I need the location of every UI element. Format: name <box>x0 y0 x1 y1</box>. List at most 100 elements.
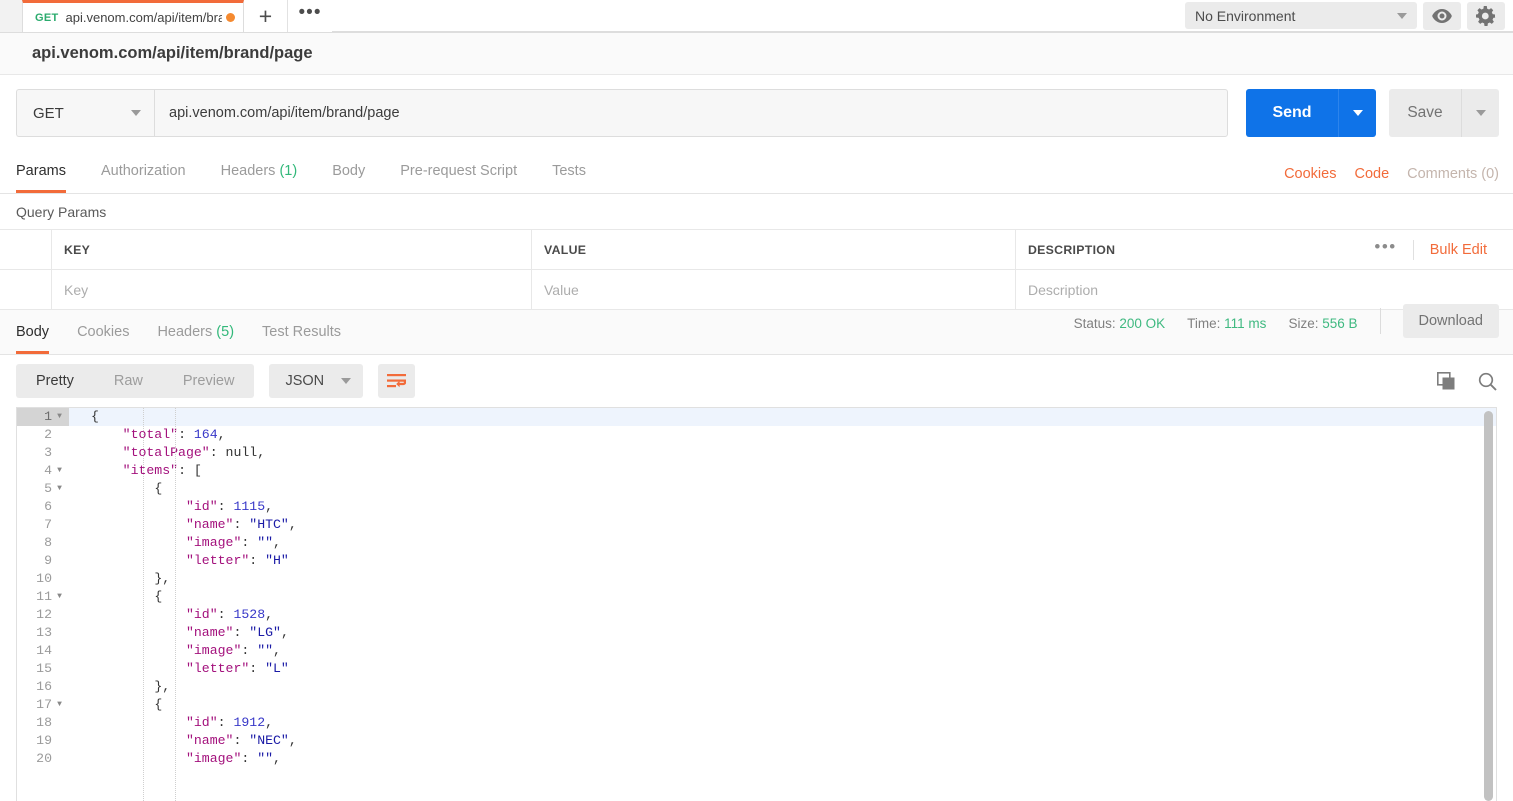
tab-more-options-button[interactable]: ••• <box>288 0 332 32</box>
line-number: 14 <box>17 642 69 660</box>
code-line-text: "name": "HTC", <box>185 517 297 532</box>
code-line-text: "name": "LG", <box>185 625 289 640</box>
code-line-text: "name": "NEC", <box>185 733 297 748</box>
environment-quick-look-button[interactable] <box>1423 1 1461 30</box>
value-input-cell[interactable]: Value <box>532 270 1016 309</box>
send-options-button[interactable] <box>1338 89 1376 137</box>
code-line: 13 "name": "LG", <box>17 624 1496 642</box>
save-button[interactable]: Save <box>1389 89 1461 137</box>
cookies-link[interactable]: Cookies <box>1284 166 1336 182</box>
vertical-scrollbar[interactable] <box>1484 411 1493 801</box>
unsaved-changes-dot-icon <box>226 13 235 22</box>
search-icon[interactable] <box>1478 372 1497 391</box>
word-wrap-icon <box>387 373 407 387</box>
word-wrap-toggle[interactable] <box>378 364 416 398</box>
row-checkbox-cell[interactable] <box>0 270 52 309</box>
line-number: 10 <box>17 570 69 588</box>
response-tab-cookies[interactable]: Cookies <box>77 324 129 354</box>
header-value: VALUE <box>532 230 1016 269</box>
line-number: 7 <box>17 516 69 534</box>
code-link[interactable]: Code <box>1354 166 1389 182</box>
code-line-text: "id": 1115, <box>185 499 274 514</box>
fold-toggle-icon[interactable]: ▼ <box>55 408 64 426</box>
http-method-select[interactable]: GET <box>16 89 154 137</box>
request-tabs-actions: Cookies Code Comments (0) <box>1284 166 1499 193</box>
request-url-value: api.venom.com/api/item/brand/page <box>169 105 400 121</box>
response-tab-headers-label: Headers <box>157 324 213 340</box>
code-line: 4 ▼ "items": [ <box>17 462 1496 480</box>
comments-link[interactable]: Comments (0) <box>1407 166 1499 182</box>
save-options-button[interactable] <box>1461 89 1499 137</box>
response-body-viewer[interactable]: 1 ▼{2 "total": 164, 3 "totalPage": null, 4 ▼… <box>16 407 1497 801</box>
header-checkbox-cell <box>0 230 52 269</box>
new-tab-button[interactable]: + <box>244 0 288 32</box>
send-button-group: Send <box>1246 89 1376 137</box>
code-line-text: }, <box>154 571 171 586</box>
code-line-text: "totalPage": null, <box>122 445 266 460</box>
view-mode-segmented-control: Pretty Raw Preview <box>16 364 255 398</box>
divider <box>1379 308 1381 334</box>
response-tab-headers[interactable]: Headers (5) <box>157 324 234 354</box>
code-line: 2 "total": 164, <box>17 426 1496 444</box>
indent-guide <box>143 408 144 801</box>
line-number: 11 ▼ <box>17 588 69 606</box>
time-label: Time: <box>1187 315 1221 331</box>
tab-authorization[interactable]: Authorization <box>101 163 186 193</box>
code-line-text: "letter": "L" <box>185 661 289 676</box>
fold-toggle-icon[interactable]: ▼ <box>55 480 64 498</box>
fold-toggle-icon[interactable]: ▼ <box>55 588 64 606</box>
request-url-input[interactable]: api.venom.com/api/item/brand/page <box>154 89 1228 137</box>
page-title: api.venom.com/api/item/brand/page <box>32 44 313 62</box>
json-code: 1 ▼{2 "total": 164, 3 "totalPage": null, 4 ▼… <box>17 408 1496 768</box>
request-tab-active[interactable]: GET api.venom.com/api/item/brand/ <box>22 0 244 32</box>
tab-pre-request-script[interactable]: Pre-request Script <box>400 163 517 193</box>
size-badge: Size: 556 B <box>1288 316 1357 331</box>
send-button[interactable]: Send <box>1246 89 1338 137</box>
line-number: 12 <box>17 606 69 624</box>
table-more-options-button[interactable]: ••• <box>1358 238 1412 261</box>
query-params-table: KEY VALUE DESCRIPTION ••• Bulk Edit Key … <box>0 229 1513 310</box>
copy-icon[interactable] <box>1437 371 1456 391</box>
code-line-text: "image": "", <box>185 535 281 550</box>
query-params-header-row: KEY VALUE DESCRIPTION ••• Bulk Edit <box>0 230 1513 270</box>
environment-selector[interactable]: No Environment <box>1185 2 1417 29</box>
code-line: 12 "id": 1528, <box>17 606 1496 624</box>
line-number: 3 <box>17 444 69 462</box>
line-number: 1 ▼ <box>17 408 69 426</box>
tab-params[interactable]: Params <box>16 163 66 193</box>
line-number: 19 <box>17 732 69 750</box>
tab-title-label: api.venom.com/api/item/brand/ <box>65 10 222 25</box>
view-mode-preview[interactable]: Preview <box>163 364 255 398</box>
tab-headers-count: (1) <box>279 163 298 179</box>
tab-headers[interactable]: Headers (1) <box>221 163 298 193</box>
download-button[interactable]: Download <box>1402 304 1499 338</box>
tab-params-label: Params <box>16 163 66 179</box>
fold-toggle-icon[interactable]: ▼ <box>55 696 64 714</box>
line-number: 13 <box>17 624 69 642</box>
tab-body[interactable]: Body <box>332 163 365 193</box>
response-format-select[interactable]: JSON <box>269 364 364 398</box>
description-input-placeholder: Description <box>1028 281 1099 298</box>
key-input-cell[interactable]: Key <box>52 270 532 309</box>
size-value: 556 B <box>1322 315 1358 331</box>
code-line-text: "id": 1528, <box>185 607 274 622</box>
code-line: 17 ▼ { <box>17 696 1496 714</box>
view-mode-pretty[interactable]: Pretty <box>16 364 94 398</box>
bulk-edit-button[interactable]: Bulk Edit <box>1414 242 1501 258</box>
code-line: 1 ▼ { <box>17 408 1496 426</box>
settings-button[interactable] <box>1467 1 1505 30</box>
status-value: 200 OK <box>1119 315 1166 331</box>
response-tabs: Body Cookies Headers (5) Test Results St… <box>0 304 1513 355</box>
response-meta: Status: 200 OK Time: 111 ms Size: 556 B … <box>1074 304 1499 354</box>
tab-body-label: Body <box>332 163 366 179</box>
time-badge: Time: 111 ms <box>1187 316 1266 331</box>
code-line: 19 "name": "NEC", <box>17 732 1496 750</box>
view-mode-raw[interactable]: Raw <box>94 364 163 398</box>
response-tab-body[interactable]: Body <box>16 324 50 354</box>
code-line-text: { <box>154 589 163 604</box>
line-number: 15 <box>17 660 69 678</box>
response-tab-test-results[interactable]: Test Results <box>262 324 341 354</box>
tab-tests[interactable]: Tests <box>552 163 586 193</box>
fold-toggle-icon[interactable]: ▼ <box>55 462 64 480</box>
tab-tests-label: Tests <box>552 163 586 179</box>
